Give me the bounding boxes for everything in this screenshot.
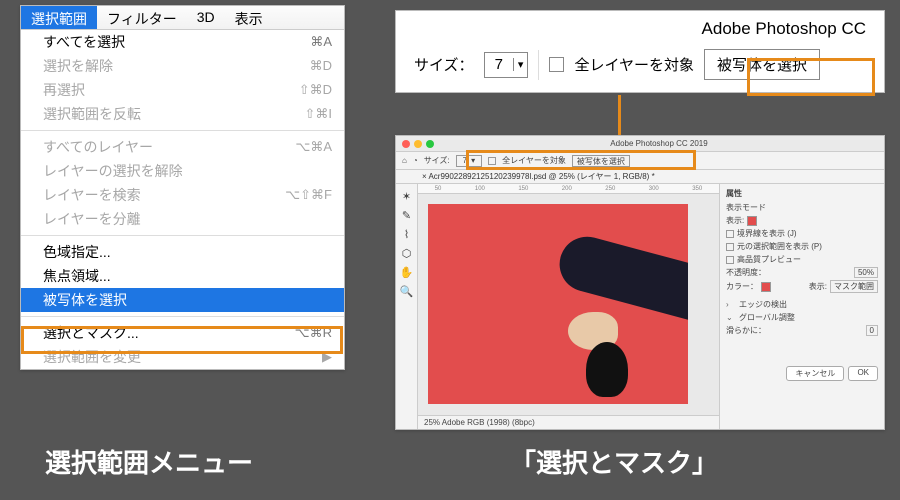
window-controls[interactable] <box>396 140 434 148</box>
view-mode-label: 表示モード <box>726 202 878 213</box>
brush-tool-icon[interactable]: ✎ <box>399 207 415 223</box>
show-edge-checkbox[interactable] <box>726 230 734 238</box>
size-label: サイズ： <box>414 54 474 75</box>
select-subject-button[interactable]: 被写体を選択 <box>704 49 820 80</box>
menu-dropdown: すべてを選択⌘A 選択を解除⌘D 再選択⇧⌘D 選択範囲を反転⇧⌘I すべてのレ… <box>21 30 344 369</box>
home-icon[interactable]: ⌂ <box>402 156 407 165</box>
menu-item-inverse: 選択範囲を反転⇧⌘I <box>21 102 344 126</box>
show-original-checkbox[interactable] <box>726 243 734 251</box>
zoom-tool-icon[interactable]: 🔍 <box>399 283 415 299</box>
status-bar: 25% Adobe RGB (1998) (8bpc) <box>418 415 719 429</box>
ok-button[interactable]: OK <box>848 366 878 381</box>
lasso-tool-icon[interactable]: ⌇ <box>399 226 415 242</box>
hq-preview-checkbox[interactable] <box>726 256 734 264</box>
indicate-select[interactable]: マスク範囲 <box>830 280 878 293</box>
tool-icon[interactable]: ◔ <box>413 156 418 165</box>
properties-title: 属性 <box>726 188 878 199</box>
menu-separator <box>21 130 344 131</box>
selection-menu-panel: 選択範囲 フィルター 3D 表示 すべてを選択⌘A 選択を解除⌘D 再選択⇧⌘D… <box>20 5 345 370</box>
menubar-item-selection[interactable]: 選択範囲 <box>21 6 97 29</box>
color-swatch[interactable] <box>761 282 771 292</box>
ruler-horizontal: 50100150200250300350 <box>418 184 719 194</box>
size-select[interactable]: 7 ▾ <box>484 52 529 78</box>
hand-tool-icon[interactable]: ✋ <box>399 264 415 280</box>
view-swatch[interactable] <box>747 216 757 226</box>
all-layers-checkbox[interactable] <box>549 57 564 72</box>
select-subject-button-mini[interactable]: 被写体を選択 <box>572 155 630 167</box>
menu-item-select-and-mask[interactable]: 選択とマスク...⌥⌘R <box>21 321 344 345</box>
polygon-lasso-tool-icon[interactable]: ⬡ <box>399 245 415 261</box>
document-tab[interactable]: × Acr99022892125120239978l.psd @ 25% (レイ… <box>396 170 884 184</box>
menubar-item-view[interactable]: 表示 <box>225 6 273 29</box>
caption-right: 「選択とマスク」 <box>510 443 718 480</box>
image-arm <box>553 231 688 323</box>
caption-left: 選択範囲メニュー <box>45 443 253 480</box>
chevron-down-icon: ▾ <box>513 58 528 71</box>
size-label-mini: サイズ: <box>424 155 450 166</box>
edge-detection-section[interactable]: ›エッジの検出 <box>726 299 878 310</box>
menu-item-modify-selection: 選択範囲を変更▶ <box>21 345 344 369</box>
window-titlebar: Adobe Photoshop CC 2019 <box>396 136 884 152</box>
image-mouse <box>586 342 628 397</box>
app-title: Adobe Photoshop CC <box>396 17 884 49</box>
tools-panel: ✶ ✎ ⌇ ⬡ ✋ 🔍 <box>396 184 418 429</box>
window-title: Adobe Photoshop CC 2019 <box>434 139 884 148</box>
global-adjust-section: ⌄グローバル調整 滑らかに：0 <box>726 312 878 336</box>
menu-item-reselect: 再選択⇧⌘D <box>21 78 344 102</box>
menu-item-deselect: 選択を解除⌘D <box>21 54 344 78</box>
menu-item-focus-area[interactable]: 焦点領域... <box>21 264 344 288</box>
menu-item-deselect-layers: レイヤーの選択を解除 <box>21 159 344 183</box>
smooth-value[interactable]: 0 <box>866 325 878 336</box>
menu-item-all-layers: すべてのレイヤー⌥⌘A <box>21 135 344 159</box>
menubar: 選択範囲 フィルター 3D 表示 <box>21 6 344 30</box>
all-layers-checkbox-mini[interactable] <box>488 157 496 165</box>
menu-item-find-layers: レイヤーを検索⌥⇧⌘F <box>21 183 344 207</box>
menu-item-select-all[interactable]: すべてを選択⌘A <box>21 30 344 54</box>
quick-select-tool-icon[interactable]: ✶ <box>399 188 415 204</box>
properties-panel: 属性 表示モード 表示: 境界線を表示 (J) 元の選択範囲を表示 (P) 高品… <box>719 184 884 429</box>
menu-item-isolate-layers: レイヤーを分離 <box>21 207 344 231</box>
opacity-value[interactable]: 50% <box>854 267 878 278</box>
menu-separator <box>21 316 344 317</box>
photoshop-window: Adobe Photoshop CC 2019 ⌂ ◔ サイズ: 7▾ 全レイヤ… <box>395 135 885 430</box>
size-select-mini[interactable]: 7▾ <box>456 155 482 167</box>
menu-separator <box>21 235 344 236</box>
all-layers-label-mini: 全レイヤーを対象 <box>502 155 566 166</box>
menubar-item-3d[interactable]: 3D <box>187 6 225 29</box>
cancel-button[interactable]: キャンセル <box>786 366 844 381</box>
menu-item-select-subject[interactable]: 被写体を選択 <box>21 288 344 312</box>
options-bar: ⌂ ◔ サイズ: 7▾ 全レイヤーを対象 被写体を選択 <box>396 152 884 170</box>
all-layers-label: 全レイヤーを対象 <box>574 54 694 75</box>
canvas-image <box>428 204 688 404</box>
canvas-area[interactable] <box>418 194 719 415</box>
options-bar-zoom: Adobe Photoshop CC サイズ： 7 ▾ 全レイヤーを対象 被写体… <box>395 10 885 93</box>
menubar-item-filter[interactable]: フィルター <box>97 6 187 29</box>
separator <box>538 50 539 80</box>
global-adjust-header[interactable]: ⌄グローバル調整 <box>726 312 878 323</box>
menu-item-color-range[interactable]: 色域指定... <box>21 240 344 264</box>
